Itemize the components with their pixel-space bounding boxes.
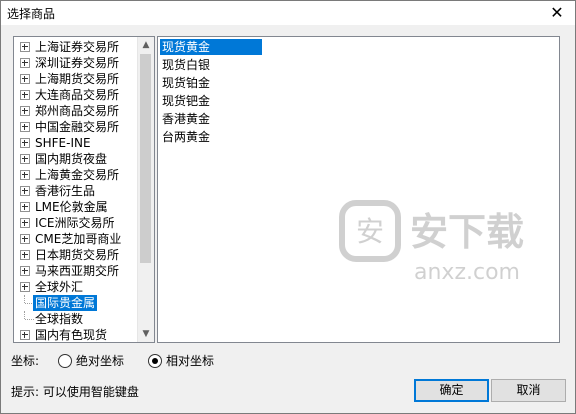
tree-item-label[interactable]: CME芝加哥商业 xyxy=(35,231,121,247)
expand-plus-icon[interactable] xyxy=(20,42,30,52)
tree-item-label[interactable]: 国内期货夜盘 xyxy=(35,151,107,167)
expand-plus-icon[interactable] xyxy=(20,106,30,116)
cancel-button[interactable]: 取消 xyxy=(491,379,566,402)
tree-item-label[interactable]: 上海证券交易所 xyxy=(35,39,119,55)
tree-connector-line xyxy=(24,311,25,319)
tree-item-label[interactable]: 上海期货交易所 xyxy=(35,71,119,87)
tree-item[interactable]: 国际贵金属 xyxy=(14,295,138,311)
tree-item-label[interactable]: 国际贵金属 xyxy=(33,295,98,311)
tree-item[interactable]: 日本期货交易所 xyxy=(14,247,138,263)
expand-plus-icon[interactable] xyxy=(20,58,30,68)
tree-items: 上海证券交易所 深圳证券交易所 上海期货交易所 大连商品交易所 郑州商品交易所 中国金融交… xyxy=(14,39,138,342)
watermark-logo-glyph: 安 xyxy=(356,215,384,248)
tree-item[interactable]: 马来西亚期交所 xyxy=(14,263,138,279)
relative-coord-label[interactable]: 相对坐标 xyxy=(166,352,214,370)
tree-item[interactable]: 全球指数 xyxy=(14,311,138,327)
tree-item[interactable]: 上海期货交易所 xyxy=(14,71,138,87)
expand-plus-icon[interactable] xyxy=(20,202,30,212)
watermark-logo: 安 安下载 anxz.com xyxy=(339,200,524,285)
tree-item-label[interactable]: 深圳证券交易所 xyxy=(35,55,119,71)
tree-item-label[interactable]: ICE洲际交易所 xyxy=(35,215,115,231)
tree-item[interactable]: SHFE-INE xyxy=(14,135,138,151)
title-bar: 选择商品 ✕ xyxy=(1,1,575,25)
expand-plus-icon[interactable] xyxy=(20,266,30,276)
watermark-subtext: anxz.com xyxy=(414,260,520,285)
tree-item-label[interactable]: 大连商品交易所 xyxy=(35,87,119,103)
commodity-list[interactable]: 现货黄金现货白银现货铂金现货钯金香港黄金台两黄金 安 安下载 anxz.com xyxy=(157,36,560,343)
absolute-coord-label[interactable]: 绝对坐标 xyxy=(76,352,124,370)
tree-item-label[interactable]: 全球外汇 xyxy=(35,279,83,295)
tree-item-label[interactable]: 上海黄金交易所 xyxy=(35,167,119,183)
expand-plus-icon[interactable] xyxy=(20,234,30,244)
tree-item[interactable]: 国内期货夜盘 xyxy=(14,151,138,167)
tree-connector-line xyxy=(25,319,34,320)
tree-item-label[interactable]: 马来西亚期交所 xyxy=(35,263,119,279)
tree-item[interactable]: 上海证券交易所 xyxy=(14,39,138,55)
tree-item[interactable]: 香港衍生品 xyxy=(14,183,138,199)
ok-button[interactable]: 确定 xyxy=(414,379,489,402)
expand-plus-icon[interactable] xyxy=(20,250,30,260)
tree-item-label[interactable]: 香港衍生品 xyxy=(35,183,95,199)
list-item[interactable]: 台两黄金 xyxy=(160,129,212,145)
tree-item-label[interactable]: 日本期货交易所 xyxy=(35,247,119,263)
coordinate-options: 坐标: 绝对坐标 相对坐标 xyxy=(11,352,271,370)
expand-plus-icon[interactable] xyxy=(20,282,30,292)
tree-item[interactable]: 上海黄金交易所 xyxy=(14,167,138,183)
expand-plus-icon[interactable] xyxy=(20,218,30,228)
tree-item[interactable]: ICE洲际交易所 xyxy=(14,215,138,231)
dialog-window: 选择商品 ✕ 上海证券交易所 深圳证券交易所 上海期货交易所 大连商品交易所 郑州商品交… xyxy=(0,0,576,414)
tree-item[interactable]: 大连商品交易所 xyxy=(14,87,138,103)
expand-plus-icon[interactable] xyxy=(20,170,30,180)
exchange-tree[interactable]: 上海证券交易所 深圳证券交易所 上海期货交易所 大连商品交易所 郑州商品交易所 中国金融交… xyxy=(13,36,155,343)
tree-item[interactable]: 郑州商品交易所 xyxy=(14,103,138,119)
list-item[interactable]: 现货铂金 xyxy=(160,75,212,91)
relative-coord-radio[interactable] xyxy=(148,354,162,368)
tree-item-label[interactable]: 中国金融交易所 xyxy=(35,119,119,135)
watermark-text: 安下载 xyxy=(410,210,524,254)
tree-item[interactable]: 中国金融交易所 xyxy=(14,119,138,135)
coord-label: 坐标: xyxy=(11,354,40,368)
tree-item[interactable]: 全球外汇 xyxy=(14,279,138,295)
scroll-down-icon[interactable]: ▼ xyxy=(138,326,154,342)
expand-plus-icon[interactable] xyxy=(20,330,30,340)
close-icon[interactable]: ✕ xyxy=(547,3,567,23)
tree-connector-line xyxy=(24,295,25,303)
absolute-coord-radio[interactable] xyxy=(58,354,72,368)
expand-plus-icon[interactable] xyxy=(20,74,30,84)
tree-item[interactable]: LME伦敦金属 xyxy=(14,199,138,215)
expand-plus-icon[interactable] xyxy=(20,138,30,148)
list-item[interactable]: 现货黄金 xyxy=(160,39,262,55)
list-item[interactable]: 现货白银 xyxy=(160,57,212,73)
tree-scrollbar[interactable]: ▲ ▼ xyxy=(137,37,154,342)
expand-plus-icon[interactable] xyxy=(20,90,30,100)
window-title: 选择商品 xyxy=(7,7,56,21)
scroll-up-icon[interactable]: ▲ xyxy=(138,37,154,53)
list-item[interactable]: 香港黄金 xyxy=(160,111,212,127)
tree-item-label[interactable]: LME伦敦金属 xyxy=(35,199,108,215)
tree-item[interactable]: 深圳证券交易所 xyxy=(14,55,138,71)
expand-plus-icon[interactable] xyxy=(20,186,30,196)
list-item[interactable]: 现货钯金 xyxy=(160,93,212,109)
expand-plus-icon[interactable] xyxy=(20,154,30,164)
hint-text: 提示: 可以使用智能键盘 xyxy=(11,385,139,399)
expand-plus-icon[interactable] xyxy=(20,122,30,132)
tree-item-label[interactable]: 郑州商品交易所 xyxy=(35,103,119,119)
tree-item-label[interactable]: 国内有色现货 xyxy=(35,327,107,342)
tree-item-label[interactable]: 全球指数 xyxy=(35,311,83,327)
scroll-thumb[interactable] xyxy=(140,54,151,263)
tree-item-label[interactable]: SHFE-INE xyxy=(35,135,91,151)
tree-item[interactable]: CME芝加哥商业 xyxy=(14,231,138,247)
tree-item[interactable]: 国内有色现货 xyxy=(14,327,138,342)
